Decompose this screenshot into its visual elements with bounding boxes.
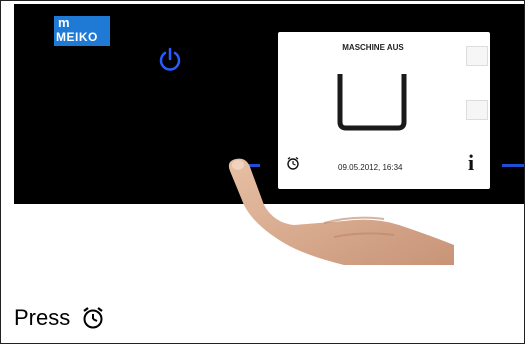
side-button-middle[interactable] (466, 100, 488, 120)
pointing-hand (228, 158, 454, 265)
meiko-logo: m MEIKO (54, 16, 110, 46)
instruction-row: Press (14, 305, 105, 335)
right-indicator-dash (502, 164, 524, 167)
power-icon[interactable] (157, 47, 183, 73)
tank-icon (337, 74, 407, 131)
alarm-clock-icon (83, 307, 103, 329)
info-icon[interactable]: i (468, 150, 474, 176)
side-button-top[interactable] (466, 46, 488, 66)
screen-title: MASCHINE AUS (342, 43, 404, 52)
instruction-text: Press (14, 305, 71, 330)
logo-word: MEIKO (56, 30, 98, 44)
logo-m: m (58, 15, 70, 30)
